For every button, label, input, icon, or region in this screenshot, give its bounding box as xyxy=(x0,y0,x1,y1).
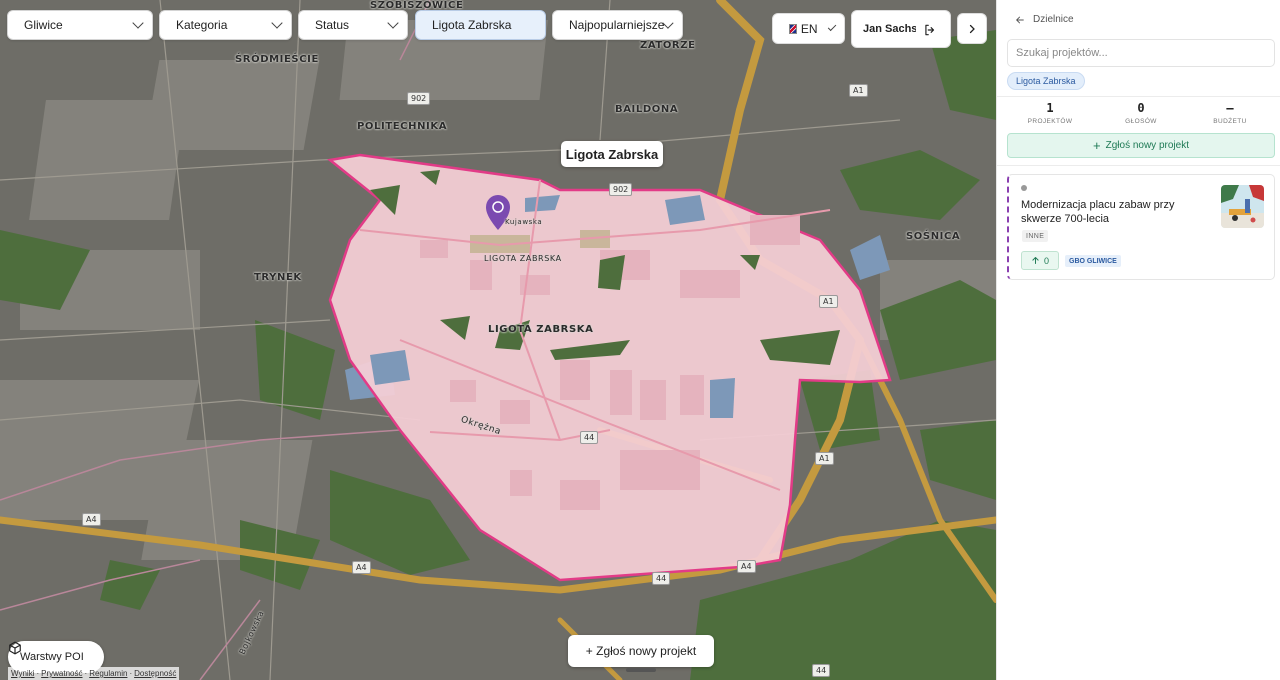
arrow-up-icon xyxy=(1032,257,1039,264)
road-shield: 44 xyxy=(652,572,671,585)
chevron-down-icon xyxy=(827,22,837,31)
map-place-label: ZATORZE xyxy=(640,40,696,51)
arrow-left-icon xyxy=(1016,16,1024,23)
project-category-badge: INNE xyxy=(1022,230,1049,242)
stat-label: PROJEKTÓW xyxy=(1027,118,1073,125)
project-search-input[interactable] xyxy=(1007,39,1275,67)
map-place-label: POLITECHNIKA xyxy=(357,121,448,132)
map-view[interactable]: SZOBISZOWICE ZATORZE ŚRÓDMIEŚCIE BAILDON… xyxy=(0,0,996,680)
road-shield: A4 xyxy=(82,513,101,526)
uk-flag-icon xyxy=(789,23,797,34)
map-street-label: Kujawska xyxy=(505,218,543,226)
drag-handle[interactable] xyxy=(626,668,656,672)
stat-label: GŁOSÓW xyxy=(1125,118,1157,125)
new-project-label: Zgłoś nowy projekt xyxy=(1105,140,1189,151)
map-place-label: TRYNEK xyxy=(254,272,302,283)
chevron-right-icon xyxy=(969,24,975,33)
new-project-button[interactable]: + Zgłoś nowy projekt xyxy=(1007,133,1275,158)
user-menu: Jan Sachse xyxy=(851,10,951,48)
program-badge: GBO GLIWICE xyxy=(1065,255,1121,267)
submit-project-button[interactable]: + Zgłoś nowy projekt xyxy=(568,635,714,667)
back-to-districts-button[interactable]: Dzielnice xyxy=(1015,14,1074,25)
map-canvas[interactable] xyxy=(0,0,996,680)
footer-link-terms[interactable]: Regulamin xyxy=(89,669,127,678)
road-shield: A4 xyxy=(737,560,756,573)
map-place-label: LIGOTA ZABRSKA xyxy=(488,324,594,335)
map-place-label: ŚRÓDMIEŚCIE xyxy=(235,54,319,65)
district-filter-value: Ligota Zabrska xyxy=(432,18,512,32)
chevron-down-icon xyxy=(271,17,283,29)
district-filter[interactable]: Ligota Zabrska xyxy=(415,10,546,40)
language-value: EN xyxy=(800,21,818,36)
road-shield: A1 xyxy=(849,84,868,97)
sort-select[interactable]: Najpopularniejsze xyxy=(552,10,683,40)
stat-budget: – BUDŻETU xyxy=(1185,101,1275,125)
footer-links: Wyniki · Prywatność · Regulamin · Dostęp… xyxy=(8,667,180,680)
plus-icon: + xyxy=(1093,137,1101,153)
back-label: Dzielnice xyxy=(1033,14,1074,25)
sort-select-value: Najpopularniejsze xyxy=(569,18,665,32)
city-select-value: Gliwice xyxy=(24,18,63,32)
divider xyxy=(997,165,1280,166)
chevron-down-icon xyxy=(387,17,399,29)
footer-link-results[interactable]: Wyniki xyxy=(11,669,34,678)
status-dot-icon xyxy=(1021,185,1027,191)
language-select[interactable]: EN xyxy=(772,13,845,44)
logout-icon xyxy=(925,24,935,36)
road-shield: 902 xyxy=(407,92,431,105)
footer-link-accessibility[interactable]: Dostępność xyxy=(134,669,176,678)
project-thumbnail[interactable] xyxy=(1221,185,1264,228)
upvote-button[interactable]: 0 xyxy=(1021,251,1059,270)
road-shield: A1 xyxy=(819,295,838,308)
stat-value: 1 xyxy=(1046,101,1054,115)
vote-count: 0 xyxy=(1043,255,1049,266)
district-map-label[interactable]: Ligota Zabrska xyxy=(561,141,663,167)
divider xyxy=(997,96,1280,97)
user-name: Jan Sachse xyxy=(863,23,924,35)
map-place-label: SOŚNICA xyxy=(906,231,961,242)
footer-link-privacy[interactable]: Prywatność xyxy=(41,669,82,678)
logout-button[interactable] xyxy=(916,16,944,44)
road-shield: A1 xyxy=(815,452,834,465)
road-shield: 44 xyxy=(580,431,599,444)
category-select[interactable]: Kategoria xyxy=(159,10,292,40)
status-select[interactable]: Status xyxy=(298,10,408,40)
sidebar-toggle-button[interactable] xyxy=(957,13,987,44)
stat-value: – xyxy=(1226,101,1234,115)
layers-icon xyxy=(9,641,21,655)
road-shield: A4 xyxy=(352,561,371,574)
poi-layers-label: Warstwy POI xyxy=(20,651,84,663)
map-place-label: BAILDONA xyxy=(615,104,679,115)
project-title[interactable]: Modernizacja placu zabaw przy skwerze 70… xyxy=(1021,198,1217,226)
city-select[interactable]: Gliwice xyxy=(7,10,153,40)
project-card[interactable]: Modernizacja placu zabaw przy skwerze 70… xyxy=(1007,174,1275,280)
stat-label: BUDŻETU xyxy=(1213,118,1247,125)
active-district-label: Ligota Zabrska xyxy=(1016,76,1076,86)
status-select-value: Status xyxy=(315,18,350,32)
road-shield: 902 xyxy=(609,183,633,196)
road-shield: 44 xyxy=(812,664,831,677)
stat-projects: 1 PROJEKTÓW xyxy=(1005,101,1095,125)
chevron-down-icon xyxy=(132,17,144,29)
active-district-chip[interactable]: Ligota Zabrska xyxy=(1007,72,1085,90)
projects-sidebar: Dzielnice Ligota Zabrska 1 PROJEKTÓW 0 G… xyxy=(996,0,1280,680)
category-select-value: Kategoria xyxy=(176,18,228,32)
stat-value: 0 xyxy=(1137,101,1145,115)
stat-votes: 0 GŁOSÓW xyxy=(1096,101,1186,125)
map-street-label: LIGOTA ZABRSKA xyxy=(484,254,562,263)
